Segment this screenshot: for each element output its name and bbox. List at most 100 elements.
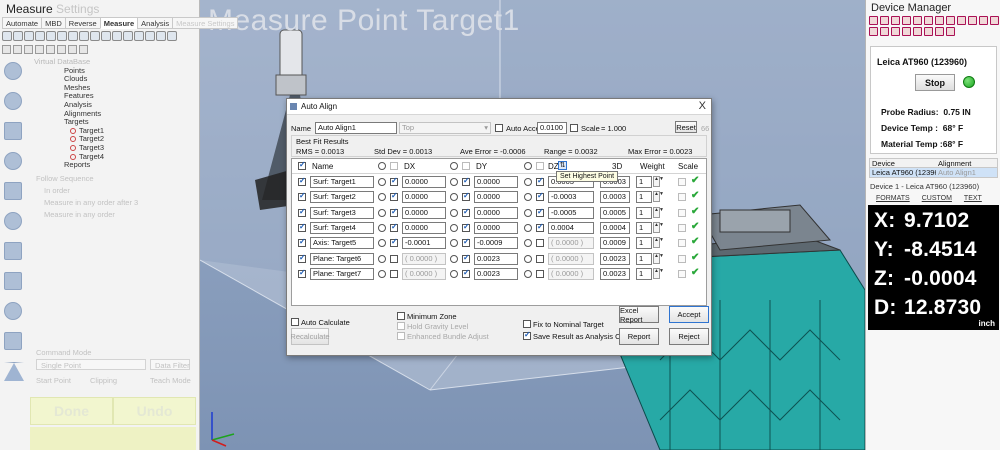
weight-field[interactable]: 1 (636, 267, 652, 280)
table-row[interactable]: Surf: Target3 0.0000 0.0000 -0.0005 0.0005 1▲… (292, 206, 706, 222)
sequence-option-after-3[interactable]: Measure in any order after 3 (44, 198, 138, 207)
target-name-field[interactable]: Plane: Target7 (310, 267, 374, 280)
ellipse-icon[interactable] (4, 212, 22, 230)
toolbar-icon[interactable] (167, 31, 177, 41)
dz-row-radio[interactable] (524, 193, 532, 202)
dx-row-radio[interactable] (378, 254, 386, 263)
orientation-dropdown[interactable]: Top ▾ (399, 122, 491, 134)
scale-checkbox[interactable] (678, 208, 686, 217)
scale-checkbox[interactable] (678, 239, 686, 248)
reject-button[interactable]: Reject (669, 328, 709, 345)
dy-row-radio[interactable] (450, 193, 458, 202)
toolbar-icon[interactable] (57, 31, 67, 41)
dy-value-field[interactable]: 0.0023 (474, 252, 518, 265)
dx-radio[interactable] (378, 162, 386, 170)
tree-item-meshes[interactable]: Meshes (30, 83, 198, 93)
toolbar-icon[interactable] (123, 31, 133, 41)
undo-button[interactable]: Undo (113, 397, 196, 425)
device-tool-icon[interactable] (880, 27, 889, 36)
scale-checkbox[interactable] (678, 254, 686, 263)
stop-button[interactable]: Stop (915, 74, 955, 91)
target-name-field[interactable]: Surf: Target1 (310, 176, 374, 188)
dz-value-field[interactable]: 0.0004 (548, 221, 594, 234)
teach-mode-checkbox[interactable]: Teach Mode (150, 376, 191, 385)
dz-value-field[interactable]: -0.0005 (548, 206, 594, 219)
toolbar-icon[interactable] (156, 31, 166, 41)
weight-spinner-icon[interactable]: ▲▼ (653, 206, 664, 218)
dy-value-field[interactable]: 0.0000 (474, 176, 518, 188)
device-tool-icon[interactable] (924, 27, 933, 36)
table-row[interactable]: Axis: Target5 -0.0001 -0.0009 ( 0.0000 ) 0.0… (292, 236, 706, 252)
cylinder-icon[interactable] (4, 332, 22, 350)
auto-calculate-checkbox[interactable] (291, 318, 299, 326)
weight-field[interactable]: 1 (636, 221, 652, 234)
device-tool-icon[interactable] (891, 27, 900, 36)
dz-radio[interactable] (524, 162, 532, 170)
dy-value-field[interactable]: 0.0023 (474, 267, 518, 280)
dz-col-checkbox[interactable] (536, 162, 544, 170)
toolbar-icon[interactable] (46, 31, 56, 41)
dx-row-radio[interactable] (378, 269, 386, 278)
dz-row-radio[interactable] (524, 239, 532, 248)
dx-row-radio[interactable] (378, 223, 386, 232)
row-checkbox[interactable] (298, 222, 306, 232)
accept-button[interactable]: Accept (669, 306, 709, 323)
plane-icon[interactable] (4, 272, 22, 290)
sphere-icon[interactable] (4, 302, 22, 320)
scale-checkbox[interactable] (678, 223, 686, 232)
weight-field[interactable]: 1 (636, 252, 652, 265)
dy-value-field[interactable]: 0.0000 (474, 191, 518, 204)
tree-item-target3[interactable]: Target3 (30, 143, 198, 153)
weight-field[interactable]: 1 (636, 191, 652, 204)
dx-value-field[interactable]: 0.0000 (402, 221, 446, 234)
device-tool-icon[interactable] (913, 27, 922, 36)
device-tool-icon[interactable] (935, 27, 944, 36)
toolbar-icon[interactable] (112, 31, 122, 41)
device-tool-icon[interactable] (869, 27, 878, 36)
dz-row-checkbox[interactable] (536, 239, 544, 248)
table-row[interactable]: Surf: Target2 0.0000 0.0000 -0.0003 0.0003 1▲… (292, 190, 706, 206)
dx-value-field[interactable]: 0.0000 (402, 176, 446, 188)
dz-row-checkbox[interactable] (536, 176, 544, 186)
tab-measure[interactable]: Measure (99, 17, 139, 29)
target-name-field[interactable]: Plane: Target6 (310, 252, 374, 265)
command-mode-select[interactable]: Single Point (36, 359, 146, 370)
target-name-field[interactable]: Surf: Target2 (310, 191, 374, 204)
start-point-checkbox[interactable]: Start Point (36, 376, 71, 385)
dx-value-field[interactable]: -0.0001 (402, 237, 446, 250)
excel-report-button[interactable]: Excel Report (619, 306, 659, 324)
device-tool-icon[interactable] (891, 16, 900, 25)
dz-row-checkbox[interactable] (536, 222, 544, 232)
subtab-text[interactable]: TEXT (964, 195, 982, 202)
device-tool-icon[interactable] (979, 16, 988, 25)
dy-value-field[interactable]: 0.0000 (474, 206, 518, 219)
dz-row-radio[interactable] (524, 208, 532, 217)
dx-row-radio[interactable] (378, 178, 386, 186)
tab-measure-settings[interactable]: Measure Settings (172, 17, 239, 29)
tree-item-features[interactable]: Features (30, 92, 198, 101)
dx-row-checkbox[interactable] (390, 237, 398, 248)
row-checkbox[interactable] (298, 253, 306, 263)
device-tool-icon[interactable] (869, 16, 878, 25)
dy-row-radio[interactable] (450, 269, 458, 278)
row-checkbox[interactable] (298, 207, 306, 217)
scale-checkbox[interactable] (678, 178, 686, 186)
table-row[interactable]: Surf: Target10.00000.00000.00030.00031▲▼… (292, 175, 706, 191)
cone-icon[interactable] (4, 362, 24, 381)
row-checkbox[interactable] (298, 237, 306, 248)
scale-checkbox[interactable] (678, 193, 686, 202)
dy-value-field[interactable]: -0.0009 (474, 237, 518, 250)
dx-col-checkbox[interactable] (390, 162, 398, 170)
toolbar-icon[interactable] (79, 31, 89, 41)
dz-row-checkbox[interactable] (536, 254, 544, 263)
dx-row-checkbox[interactable] (390, 191, 398, 202)
weight-spinner-icon[interactable]: ▲▼ (653, 252, 664, 264)
dx-row-checkbox[interactable] (390, 176, 398, 186)
weight-field[interactable]: 1 (636, 237, 652, 250)
dialog-titlebar[interactable]: Auto Align X (287, 99, 711, 115)
select-all-checkbox[interactable] (298, 160, 306, 170)
toolbar-icon[interactable] (145, 31, 155, 41)
sequence-option-in-order[interactable]: In order (44, 186, 70, 195)
curve-icon[interactable] (4, 182, 22, 200)
device-tool-icon[interactable] (913, 16, 922, 25)
